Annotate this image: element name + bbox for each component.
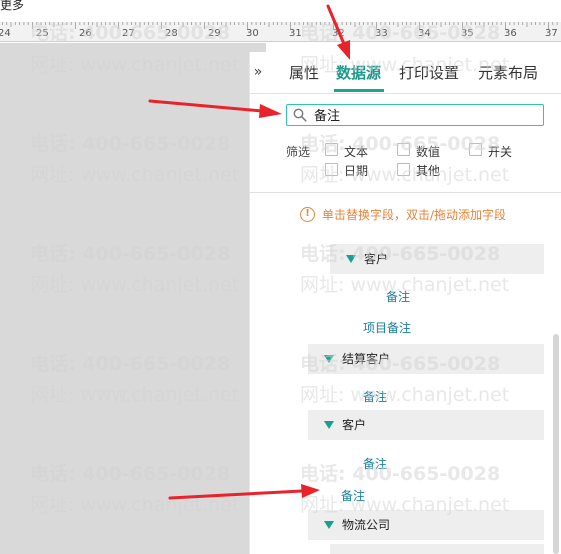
app-window: 更多 24 25 26 27 28 29 30 31 32 33 34 35 3… [0,0,561,554]
tab-datasource[interactable]: 数据源 [336,62,381,83]
filter-checkbox-number[interactable] [397,143,410,156]
active-tab-indicator [334,89,384,92]
search-icon [293,108,307,122]
tab-properties[interactable]: 属性 [289,62,319,83]
expand-triangle-icon [324,521,334,529]
ruler-number: 35 [461,28,474,39]
expand-triangle-icon [324,355,334,363]
properties-panel: » 属性 数据源 打印设置 元素布局 筛选 文本 数值 开关 日期 其他 ! 单… [249,52,561,554]
tree-group-label: 物流公司 [342,518,391,532]
filter-checkbox-switch[interactable] [469,143,482,156]
filter-checkbox-other[interactable] [397,163,410,176]
filter-checkbox-date[interactable] [325,163,338,176]
ruler-number: 32 [332,28,345,39]
section-divider [250,192,561,193]
ruler-number: 37 [545,28,558,39]
ruler-number: 27 [122,28,135,39]
tree-group-customer[interactable]: 客户 [308,410,544,440]
tree-field-remark[interactable]: 备注 [386,288,410,305]
filter-option-label: 文本 [344,145,369,159]
tab-element-layout[interactable]: 元素布局 [478,62,538,83]
ruler-number: 31 [289,28,302,39]
filter-option-label: 数值 [416,145,441,159]
tree-group-label: 客户 [342,418,367,432]
tree-field-remark[interactable]: 备注 [363,455,387,472]
tree-group-partial [330,544,544,554]
design-canvas[interactable] [0,43,266,554]
ruler-number: 34 [418,28,431,39]
ruler-number: 33 [375,28,388,39]
ruler-number: 28 [165,28,178,39]
ruler-number: 25 [36,28,49,39]
info-icon: ! [300,207,315,222]
tree-group-label: 结算客户 [342,352,391,366]
tree-group-logistics-company[interactable]: 物流公司 [308,510,544,540]
tree-field-remark[interactable]: 备注 [363,388,387,405]
usage-hint: 单击替换字段，双击/拖动添加字段 [322,208,507,222]
tree-group-settlement-customer[interactable]: 结算客户 [308,344,544,374]
more-menu[interactable]: 更多 [0,0,24,13]
ruler-number: 29 [208,28,221,39]
expand-triangle-icon [324,421,334,429]
panel-scrollbar[interactable] [553,334,559,554]
filter-option-label: 开关 [488,145,513,159]
tree-field-project-remark[interactable]: 项目备注 [363,319,411,336]
horizontal-ruler: 24 25 26 27 28 29 30 31 32 33 34 35 36 3… [0,22,561,42]
top-toolbar: 更多 [0,0,561,22]
tree-group-customer[interactable]: 客户 [330,244,544,274]
field-search-box[interactable] [286,104,544,126]
filter-label: 筛选 [286,145,311,159]
ruler-number: 30 [246,28,259,39]
panel-tab-bar: » 属性 数据源 打印设置 元素布局 [250,52,561,94]
ruler-number: 36 [504,28,517,39]
double-chevron-right-icon[interactable]: » [251,61,265,83]
tree-field-remark[interactable]: 备注 [341,487,365,504]
expand-triangle-icon [346,255,356,263]
filter-option-label: 日期 [344,164,369,178]
ruler-number: 24 [0,28,11,39]
tree-group-label: 客户 [364,252,389,266]
filter-option-label: 其他 [416,164,441,178]
ruler-number: 26 [79,28,92,39]
search-input[interactable] [314,105,534,124]
filter-checkbox-text[interactable] [325,143,338,156]
tab-print-settings[interactable]: 打印设置 [399,62,459,83]
